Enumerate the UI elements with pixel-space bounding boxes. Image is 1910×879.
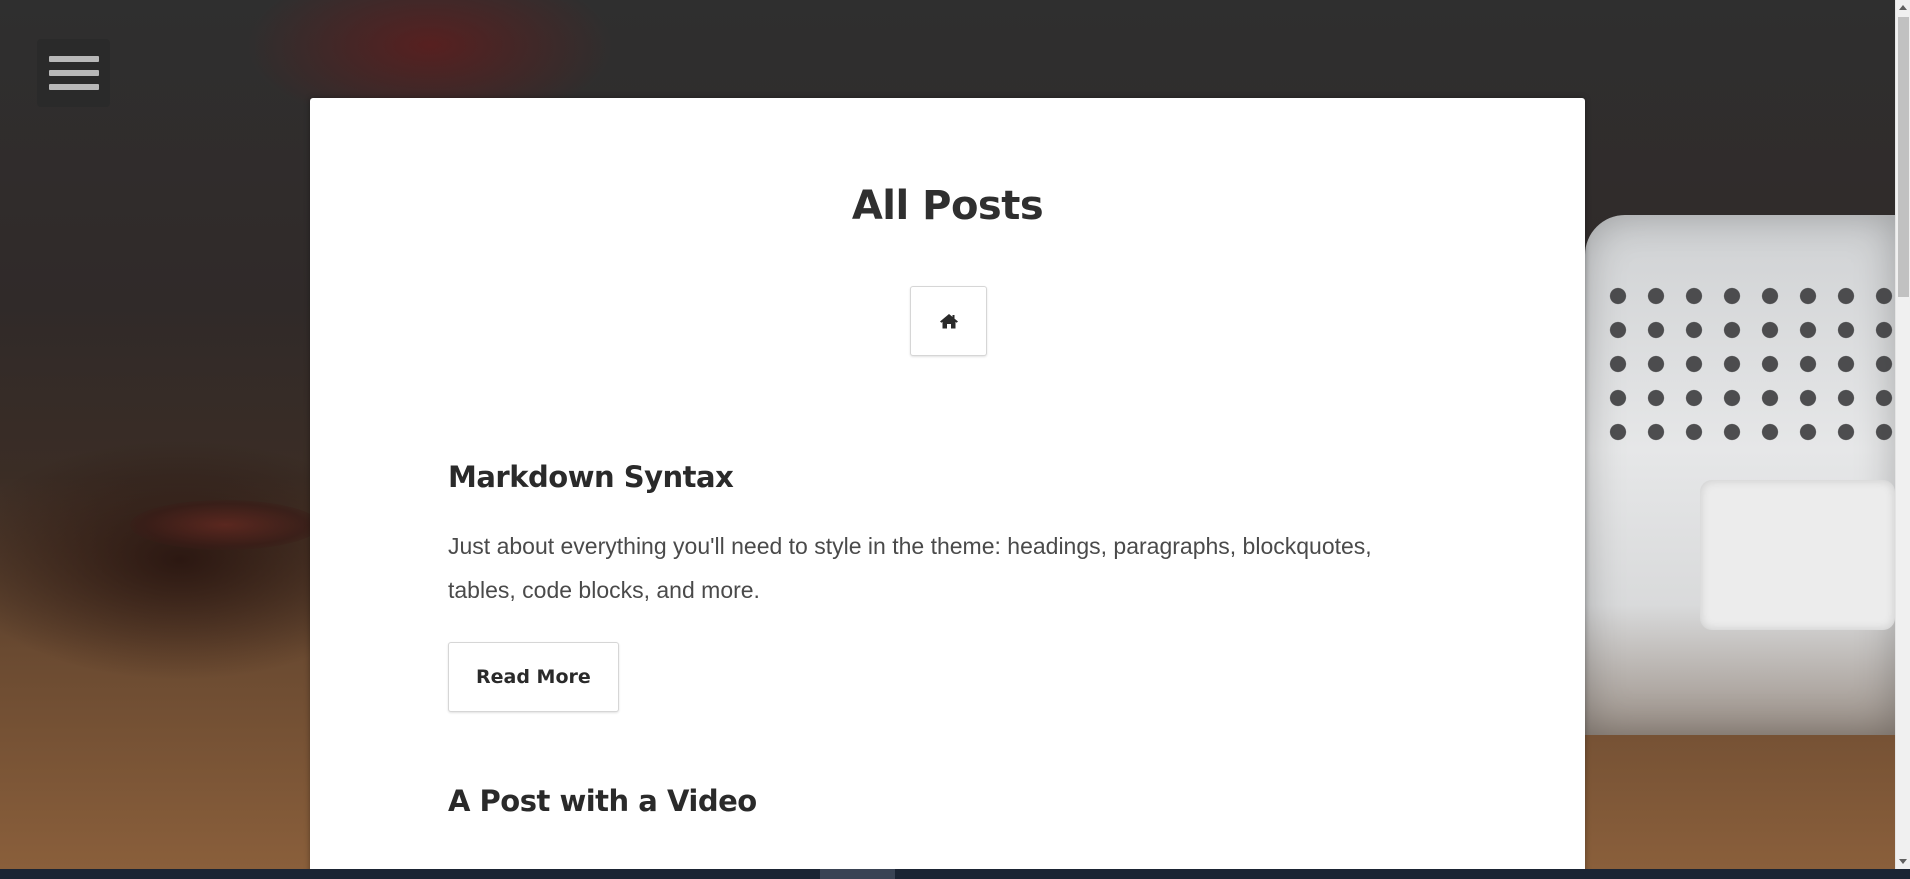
browser-viewport: All Posts Markdown Syntax Just about eve… xyxy=(0,0,1910,879)
taskbar xyxy=(0,869,1910,879)
menu-bar xyxy=(48,56,99,62)
post-title[interactable]: Markdown Syntax xyxy=(448,460,1448,494)
home-button[interactable] xyxy=(910,286,987,356)
page-title: All Posts xyxy=(851,183,1044,229)
menu-bar xyxy=(48,84,99,90)
post-excerpt: Just about everything you'll need to sty… xyxy=(448,533,1372,603)
menu-bar xyxy=(48,70,99,76)
scroll-down-icon[interactable] xyxy=(1899,859,1907,864)
scrollbar-thumb[interactable] xyxy=(1898,17,1909,297)
background-keyboard xyxy=(1600,280,1895,450)
background-trackpad xyxy=(1700,480,1895,630)
post-item: Markdown Syntax Just about everything yo… xyxy=(448,460,1448,712)
post-item: A Post with a Video xyxy=(448,784,1448,818)
read-more-button[interactable]: Read More xyxy=(448,642,619,712)
hamburger-menu-icon[interactable] xyxy=(37,39,110,107)
posts-card: All Posts Markdown Syntax Just about eve… xyxy=(310,98,1585,879)
vertical-scrollbar[interactable] xyxy=(1895,0,1910,869)
scroll-up-icon[interactable] xyxy=(1899,5,1907,10)
post-title[interactable]: A Post with a Video xyxy=(448,784,1448,818)
home-icon xyxy=(939,314,958,329)
background-cup xyxy=(130,500,320,550)
taskbar-item[interactable] xyxy=(820,869,895,879)
